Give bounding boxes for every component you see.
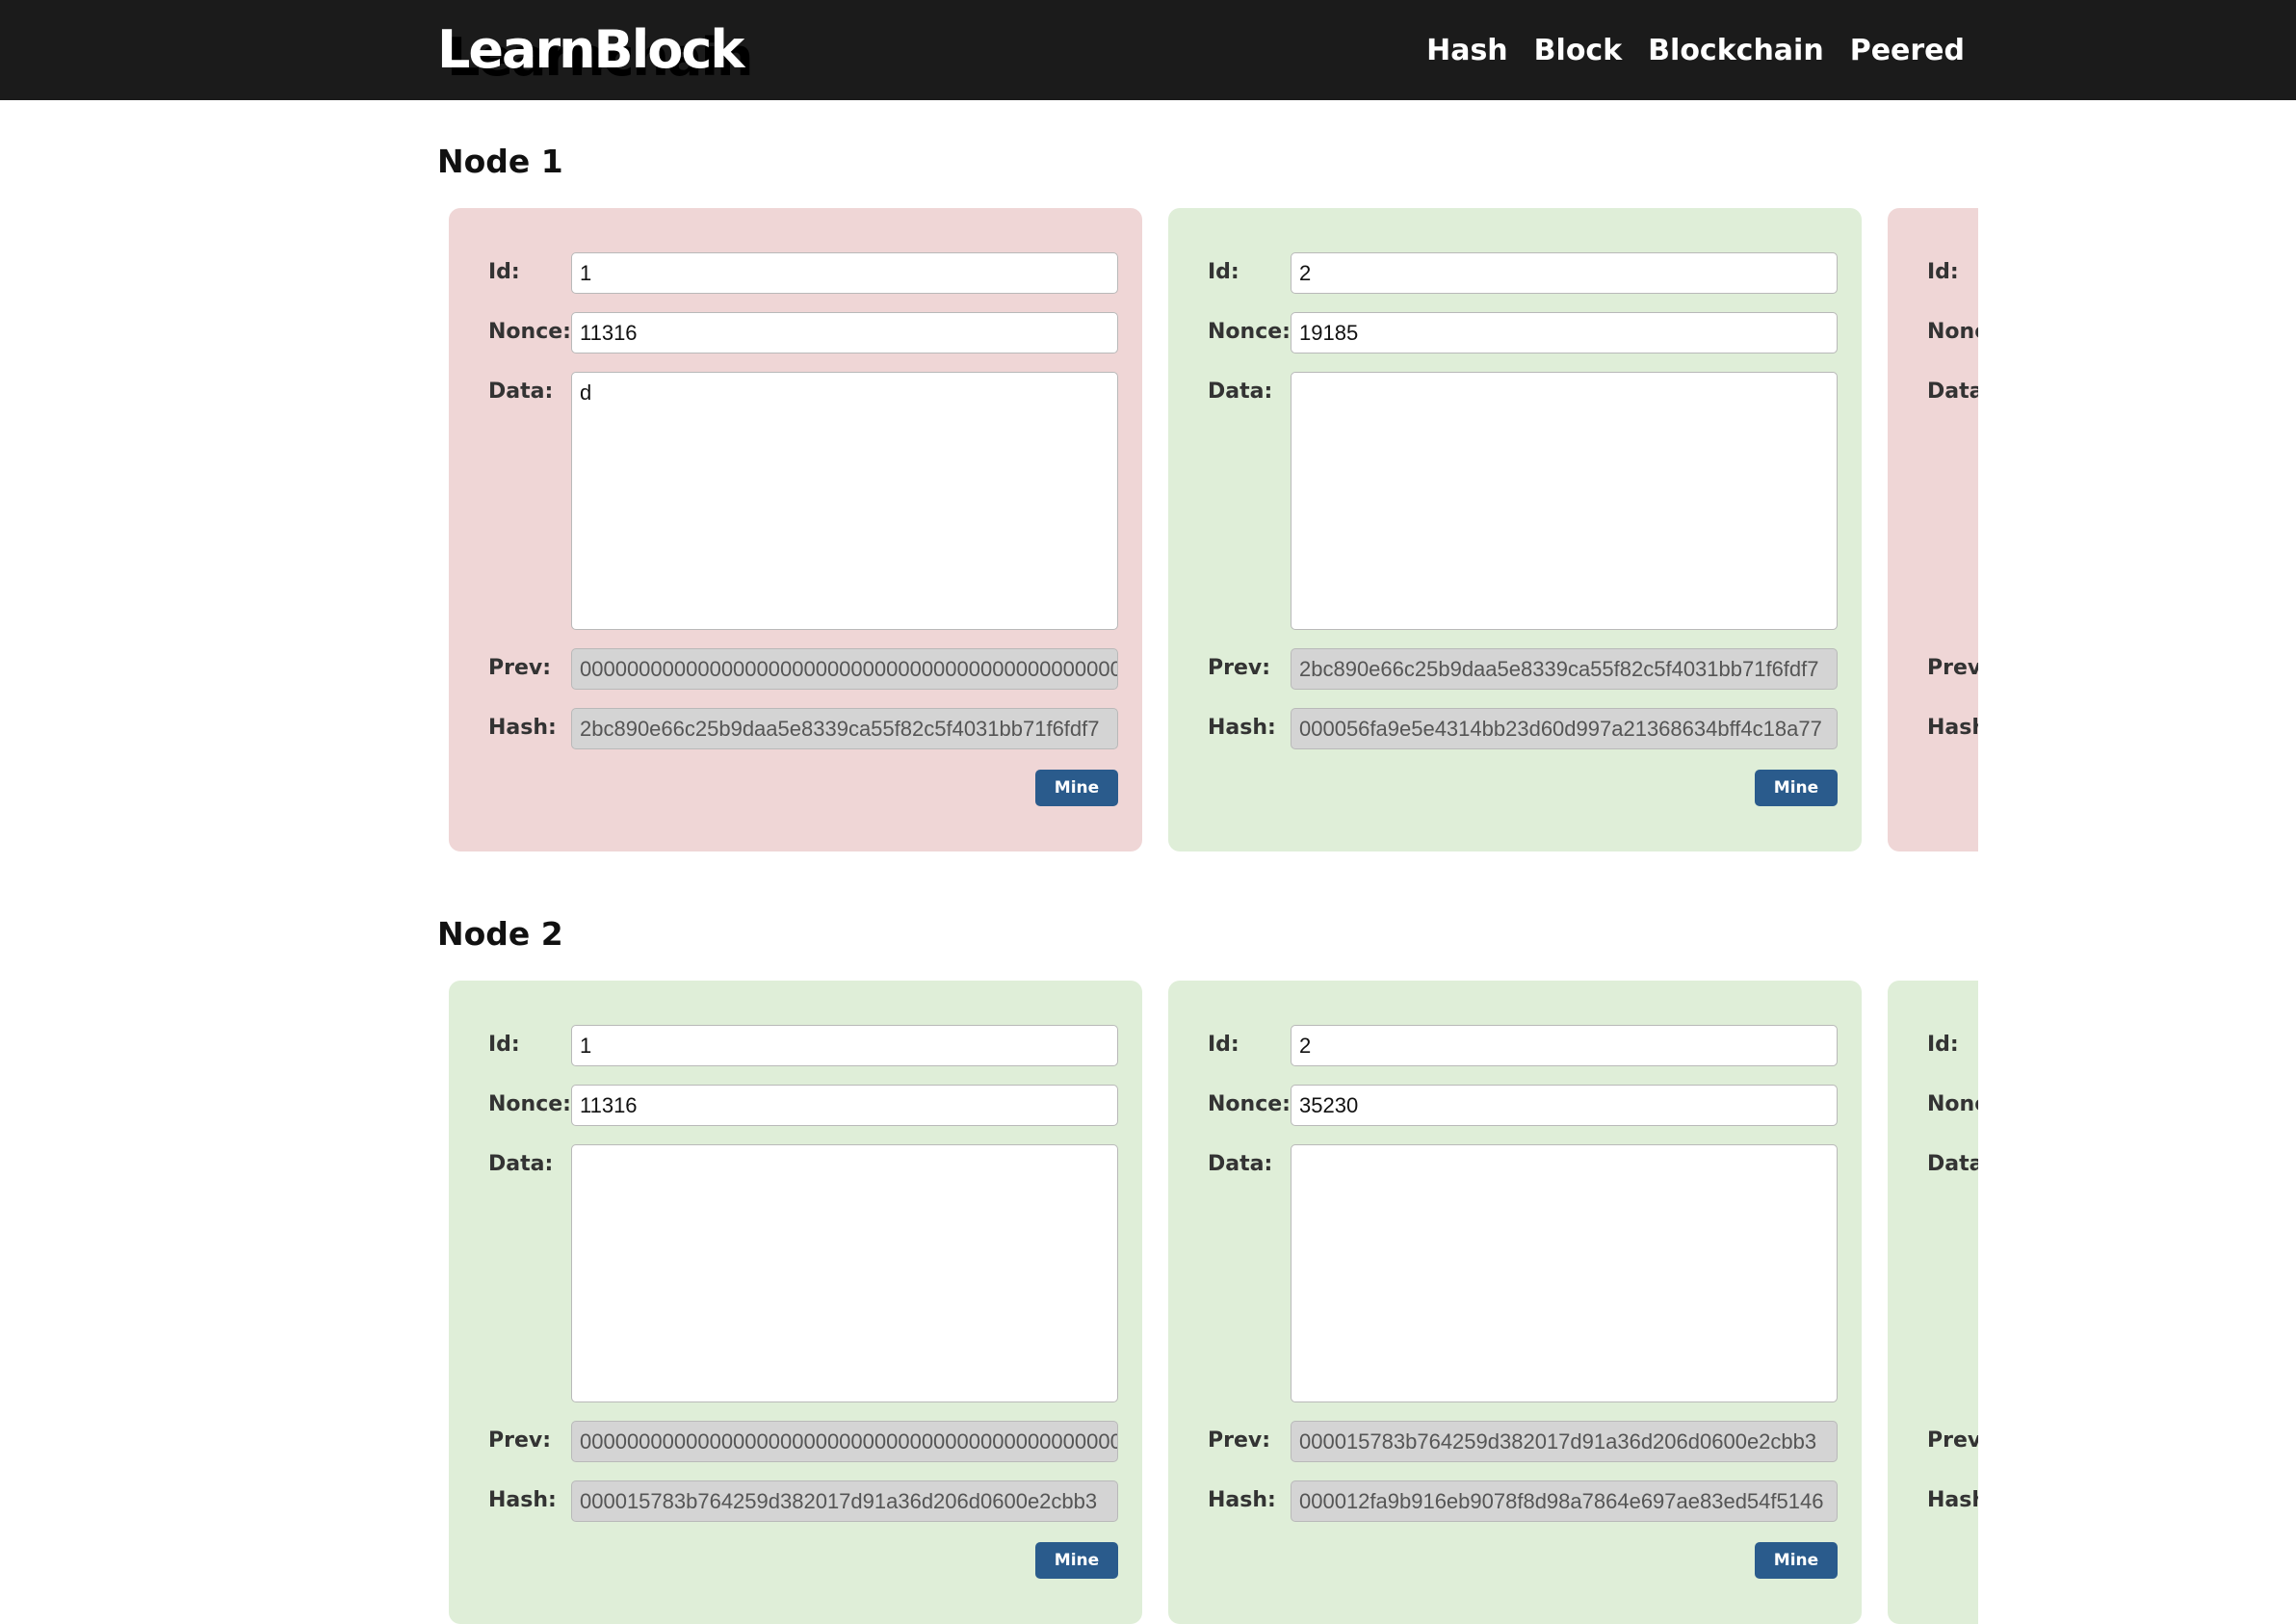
nav-link-blockchain[interactable]: Blockchain xyxy=(1648,34,1824,67)
nonce-label: Nonce: xyxy=(1927,320,1978,344)
hash-input[interactable]: 2bc890e66c25b9daa5e8339ca55f82c5f4031bb7… xyxy=(571,708,1118,749)
id-label: Id: xyxy=(488,1033,520,1057)
hash-label: Hash: xyxy=(1208,1488,1276,1512)
nonce-label: Nonce: xyxy=(1927,1092,1978,1116)
top-navbar: Learnchain LearnBlock Hash Block Blockch… xyxy=(0,0,2296,100)
block-card: Id: Nonce: Data: Prev: Hash: 1 11316 0000000000… xyxy=(449,981,1142,1624)
id-input[interactable]: 1 xyxy=(571,1025,1118,1066)
data-label: Data: xyxy=(1927,380,1978,404)
data-textarea[interactable]: d xyxy=(571,372,1118,630)
node-block-row: Id: Nonce: Data: Prev: Hash: 1 11316 0000000000… xyxy=(449,981,1978,1624)
nav-link-block[interactable]: Block xyxy=(1534,34,1623,67)
data-textarea[interactable] xyxy=(1291,372,1838,630)
prev-label: Prev: xyxy=(1927,656,1978,680)
prev-input[interactable]: 0000000000000000000000000000000000000000… xyxy=(571,648,1118,690)
hash-input[interactable]: 000015783b764259d382017d91a36d206d0600e2… xyxy=(571,1480,1118,1522)
brand-title: LearnBlock xyxy=(437,19,744,80)
mine-button[interactable]: Mine xyxy=(1755,770,1838,806)
hash-input[interactable]: 000012fa9b916eb9078f8d98a7864e697ae83ed5… xyxy=(1291,1480,1838,1522)
data-label: Data: xyxy=(1208,1152,1273,1176)
nonce-label: Nonce: xyxy=(1208,320,1291,344)
node-block-row: Id: Nonce: Data: Prev: Hash: 1 11316 d 000000000… xyxy=(449,208,1978,851)
id-label: Id: xyxy=(1927,1033,1959,1057)
data-label: Data: xyxy=(488,1152,554,1176)
prev-input[interactable]: 0000000000000000000000000000000000000000… xyxy=(571,1421,1118,1462)
mine-button[interactable]: Mine xyxy=(1035,1542,1118,1579)
id-label: Id: xyxy=(1208,1033,1239,1057)
block-card: Id:Nonce:Data:Prev:Hash:Mine xyxy=(1888,981,1978,1624)
nonce-input[interactable]: 19185 xyxy=(1291,312,1838,354)
nonce-input[interactable]: 35230 xyxy=(1291,1085,1838,1126)
nav-links: Hash Block Blockchain Peered xyxy=(1426,21,1965,79)
prev-label: Prev: xyxy=(1208,1428,1271,1453)
prev-input[interactable]: 000015783b764259d382017d91a36d206d0600e2… xyxy=(1291,1421,1838,1462)
id-input[interactable]: 2 xyxy=(1291,1025,1838,1066)
data-label: Data: xyxy=(488,380,554,404)
nonce-label: Nonce: xyxy=(488,320,571,344)
id-label: Id: xyxy=(1927,260,1959,284)
data-label: Data: xyxy=(1208,380,1273,404)
id-input[interactable]: 2 xyxy=(1291,252,1838,294)
brand-logo[interactable]: Learnchain LearnBlock xyxy=(437,13,753,88)
nav-link-hash[interactable]: Hash xyxy=(1426,34,1508,67)
id-input[interactable]: 1 xyxy=(571,252,1118,294)
mine-button[interactable]: Mine xyxy=(1755,1542,1838,1579)
prev-label: Prev: xyxy=(1208,656,1271,680)
prev-label: Prev: xyxy=(1927,1428,1978,1453)
mine-button[interactable]: Mine xyxy=(1035,770,1118,806)
hash-label: Hash: xyxy=(1208,716,1276,740)
nonce-input[interactable]: 11316 xyxy=(571,1085,1118,1126)
data-textarea[interactable] xyxy=(1291,1144,1838,1402)
nonce-label: Nonce: xyxy=(1208,1092,1291,1116)
block-card: Id: Nonce: Data: Prev: Hash: 2 35230 000015783b… xyxy=(1168,981,1862,1624)
hash-label: Hash: xyxy=(488,716,557,740)
block-card: Id: Nonce: Data: Prev: Hash: 2 19185 2bc890e66c… xyxy=(1168,208,1862,851)
node-title: Node 2 xyxy=(437,915,563,953)
hash-label: Hash: xyxy=(1927,1488,1978,1512)
node-title: Node 1 xyxy=(437,143,563,180)
hash-input[interactable]: 000056fa9e5e4314bb23d60d997a21368634bff4… xyxy=(1291,708,1838,749)
nonce-label: Nonce: xyxy=(488,1092,571,1116)
id-label: Id: xyxy=(1208,260,1239,284)
prev-label: Prev: xyxy=(488,1428,552,1453)
block-card: Id: Nonce: Data: Prev: Hash: 1 11316 d 000000000… xyxy=(449,208,1142,851)
prev-label: Prev: xyxy=(488,656,552,680)
data-textarea[interactable] xyxy=(571,1144,1118,1402)
hash-label: Hash: xyxy=(1927,716,1978,740)
prev-input[interactable]: 2bc890e66c25b9daa5e8339ca55f82c5f4031bb7… xyxy=(1291,648,1838,690)
block-card: Id:Nonce:Data:Prev:Hash:Mine xyxy=(1888,208,1978,851)
hash-label: Hash: xyxy=(488,1488,557,1512)
id-label: Id: xyxy=(488,260,520,284)
data-label: Data: xyxy=(1927,1152,1978,1176)
nav-link-peered[interactable]: Peered xyxy=(1850,34,1965,67)
nonce-input[interactable]: 11316 xyxy=(571,312,1118,354)
